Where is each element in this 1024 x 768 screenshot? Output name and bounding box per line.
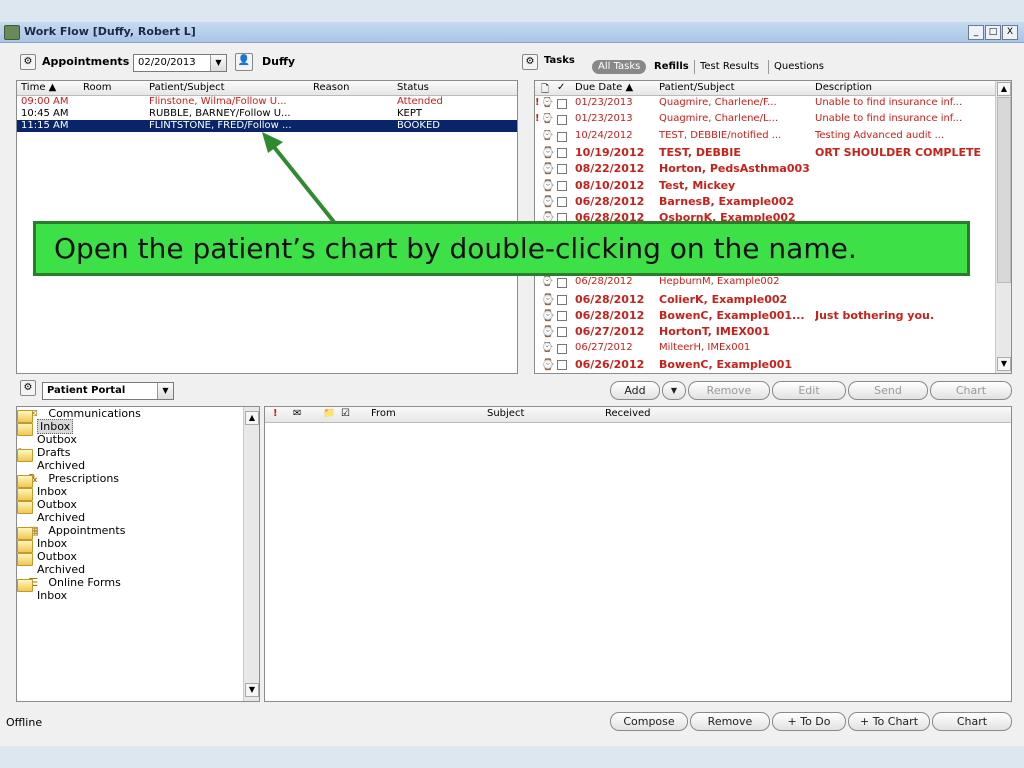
tutorial-callout: Open the patient’s chart by double-click… <box>33 221 970 276</box>
arrow-head <box>262 132 283 153</box>
tutorial-arrow <box>262 132 336 224</box>
arrow-line <box>268 140 336 224</box>
